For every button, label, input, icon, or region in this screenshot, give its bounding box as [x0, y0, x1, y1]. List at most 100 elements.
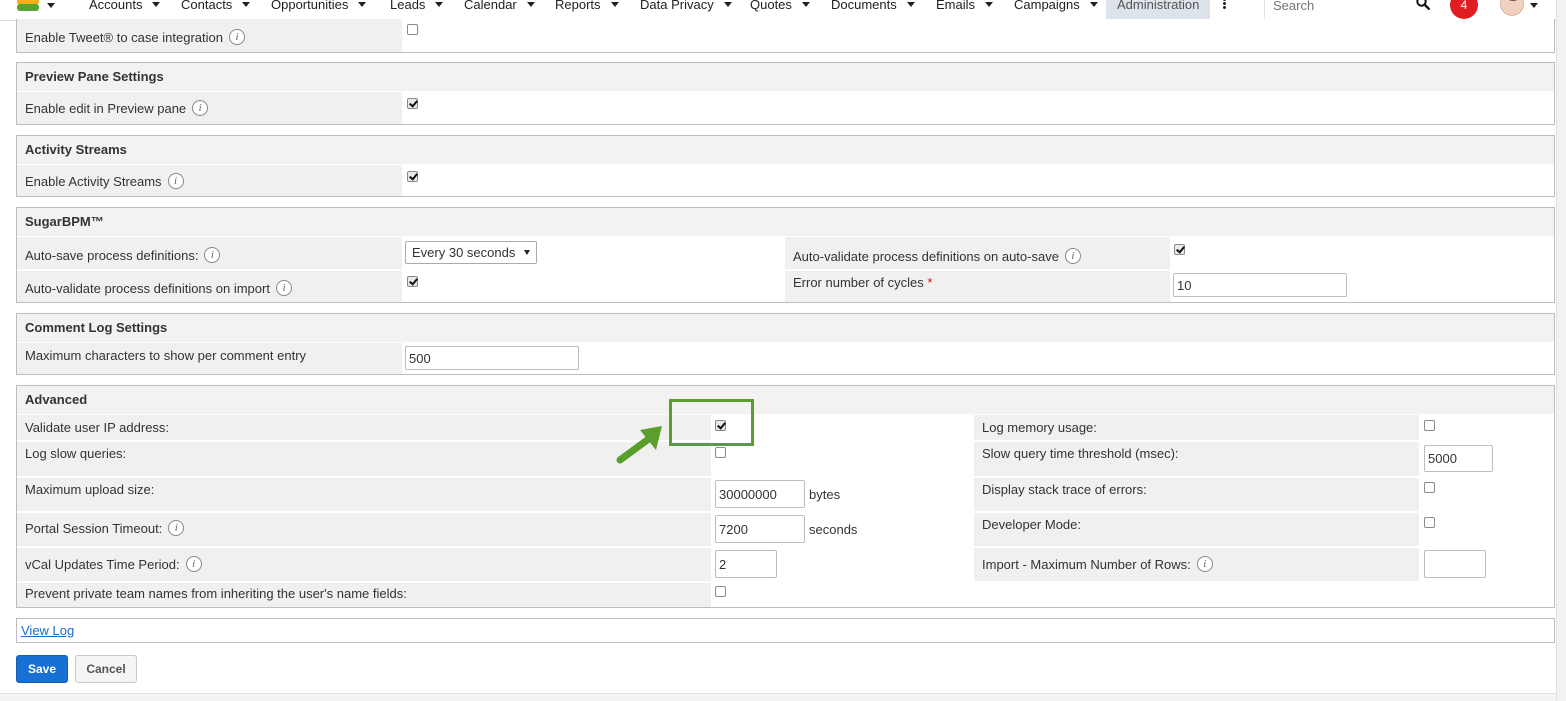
- sugar-logo-icon[interactable]: [17, 0, 39, 14]
- info-icon[interactable]: i: [168, 519, 185, 536]
- slow-threshold-input[interactable]: [1424, 445, 1493, 472]
- nav-item-label: Calendar: [464, 0, 517, 12]
- info-icon[interactable]: i: [185, 555, 202, 572]
- tweet-integration-checkbox[interactable]: [407, 24, 418, 35]
- nav-item-label: Quotes: [750, 0, 792, 12]
- view-log-bar: View Log: [16, 618, 1555, 643]
- autosave-selected-value: Every 30 seconds: [412, 245, 516, 260]
- error-cycles-input[interactable]: [1173, 273, 1347, 297]
- info-icon[interactable]: i: [228, 28, 245, 45]
- nav-item-label: Data Privacy: [640, 0, 714, 12]
- private-team-label: Prevent private team names from inheriti…: [25, 586, 407, 601]
- private-team-checkbox[interactable]: [715, 586, 726, 597]
- chevron-down-icon[interactable]: [985, 2, 994, 8]
- panel-comment-log: Comment Log Settings Maximum characters …: [16, 313, 1555, 375]
- developer-mode-label: Developer Mode:: [982, 517, 1081, 532]
- nav-item-emails[interactable]: Emails: [936, 0, 994, 16]
- setting-label: Maximum upload size:: [17, 478, 711, 511]
- notifications-badge[interactable]: 4: [1450, 0, 1478, 19]
- chevron-down-icon[interactable]: [358, 2, 367, 8]
- setting-label: Auto-validate process definitions on aut…: [785, 237, 1170, 269]
- info-icon[interactable]: i: [1196, 555, 1213, 572]
- import-max-rows-label: Import - Maximum Number of Rows:: [982, 557, 1191, 572]
- stack-trace-checkbox[interactable]: [1424, 482, 1435, 493]
- nav-item-contacts[interactable]: Contacts: [181, 0, 251, 16]
- scrollbar[interactable]: [1556, 0, 1566, 701]
- info-icon[interactable]: i: [167, 172, 184, 189]
- autovalidate-import-label: Auto-validate process definitions on imp…: [25, 281, 270, 296]
- nav-item-administration[interactable]: Administration: [1106, 0, 1210, 20]
- info-icon[interactable]: i: [192, 99, 209, 116]
- info-icon[interactable]: i: [204, 246, 221, 263]
- autosave-select[interactable]: Every 30 seconds: [405, 241, 537, 264]
- nav-item-accounts[interactable]: Accounts: [89, 0, 161, 16]
- highlight-box: [669, 399, 754, 446]
- search-icon[interactable]: [1416, 0, 1430, 10]
- setting-label: Auto-save process definitions: i: [17, 237, 402, 269]
- stack-trace-label: Display stack trace of errors:: [982, 482, 1147, 497]
- autovalidate-import-checkbox[interactable]: [407, 276, 418, 287]
- autovalidate-autosave-checkbox[interactable]: [1174, 244, 1185, 255]
- panel-preview-pane: Preview Pane Settings Enable edit in Pre…: [16, 62, 1555, 125]
- section-title: SugarBPM™: [17, 208, 1554, 236]
- setting-label: Import - Maximum Number of Rows: i: [974, 548, 1419, 581]
- nav-item-reports[interactable]: Reports: [555, 0, 619, 16]
- vcal-input[interactable]: [715, 550, 777, 578]
- section-title: Comment Log Settings: [17, 314, 1554, 342]
- portal-timeout-input[interactable]: [715, 515, 805, 543]
- cancel-button[interactable]: Cancel: [75, 655, 137, 683]
- log-memory-checkbox[interactable]: [1424, 420, 1435, 431]
- footer: [0, 693, 1556, 701]
- preview-edit-label: Enable edit in Preview pane: [25, 101, 187, 116]
- setting-label: Prevent private team names from inheriti…: [17, 583, 711, 607]
- more-menu-icon[interactable]: [1223, 0, 1227, 10]
- chevron-down-icon[interactable]: [1530, 3, 1538, 8]
- top-navigation-bar: Accounts Contacts Opportunities Leads Ca…: [0, 0, 1566, 21]
- chevron-down-icon[interactable]: [242, 2, 251, 8]
- autosave-label: Auto-save process definitions:: [25, 248, 199, 263]
- max-chars-label: Maximum characters to show per comment e…: [25, 348, 307, 363]
- developer-mode-checkbox[interactable]: [1424, 517, 1435, 528]
- nav-item-calendar[interactable]: Calendar: [464, 0, 535, 16]
- info-icon[interactable]: i: [1064, 247, 1081, 264]
- setting-label: Slow query time threshold (msec):: [974, 442, 1419, 476]
- nav-item-leads[interactable]: Leads: [390, 0, 444, 16]
- log-slow-checkbox[interactable]: [715, 447, 726, 458]
- chevron-down-icon[interactable]: [1089, 2, 1098, 8]
- nav-item-data-privacy[interactable]: Data Privacy: [640, 0, 732, 16]
- save-button[interactable]: Save: [16, 655, 68, 683]
- chevron-down-icon[interactable]: [152, 2, 161, 8]
- nav-item-opportunities[interactable]: Opportunities: [271, 0, 367, 16]
- preview-edit-checkbox[interactable]: [407, 98, 418, 109]
- nav-item-label: Contacts: [181, 0, 233, 12]
- chevron-down-icon[interactable]: [47, 3, 55, 8]
- setting-label: Enable Activity Streams i: [17, 165, 402, 196]
- max-upload-input[interactable]: [715, 480, 805, 508]
- chevron-down-icon[interactable]: [435, 2, 444, 8]
- max-upload-unit: bytes: [809, 487, 841, 502]
- setting-label: Enable edit in Preview pane i: [17, 92, 402, 124]
- vcal-label: vCal Updates Time Period:: [25, 557, 180, 572]
- setting-label: Validate user IP address:: [17, 415, 711, 440]
- portal-timeout-unit: seconds: [809, 522, 858, 537]
- portal-timeout-label: Portal Session Timeout:: [25, 521, 163, 536]
- user-avatar[interactable]: [1500, 0, 1524, 16]
- chevron-down-icon[interactable]: [801, 2, 810, 8]
- tweet-integration-label: Enable Tweet® to case integration: [25, 30, 223, 45]
- nav-item-documents[interactable]: Documents: [831, 0, 915, 16]
- nav-item-campaigns[interactable]: Campaigns: [1014, 0, 1098, 16]
- chevron-down-icon[interactable]: [723, 2, 732, 8]
- setting-label: Auto-validate process definitions on imp…: [17, 271, 402, 302]
- info-icon[interactable]: i: [275, 279, 292, 296]
- import-max-rows-input[interactable]: [1424, 550, 1486, 578]
- chevron-down-icon[interactable]: [906, 2, 915, 8]
- chevron-down-icon[interactable]: [610, 2, 619, 8]
- max-chars-input[interactable]: [405, 346, 579, 370]
- panel-activity-streams: Activity Streams Enable Activity Streams…: [16, 135, 1555, 197]
- view-log-link[interactable]: View Log: [21, 623, 74, 638]
- setting-label: Developer Mode:: [974, 513, 1419, 546]
- search-input[interactable]: [1271, 0, 1411, 16]
- chevron-down-icon[interactable]: [526, 2, 535, 8]
- activity-streams-checkbox[interactable]: [407, 171, 418, 182]
- nav-item-quotes[interactable]: Quotes: [750, 0, 810, 16]
